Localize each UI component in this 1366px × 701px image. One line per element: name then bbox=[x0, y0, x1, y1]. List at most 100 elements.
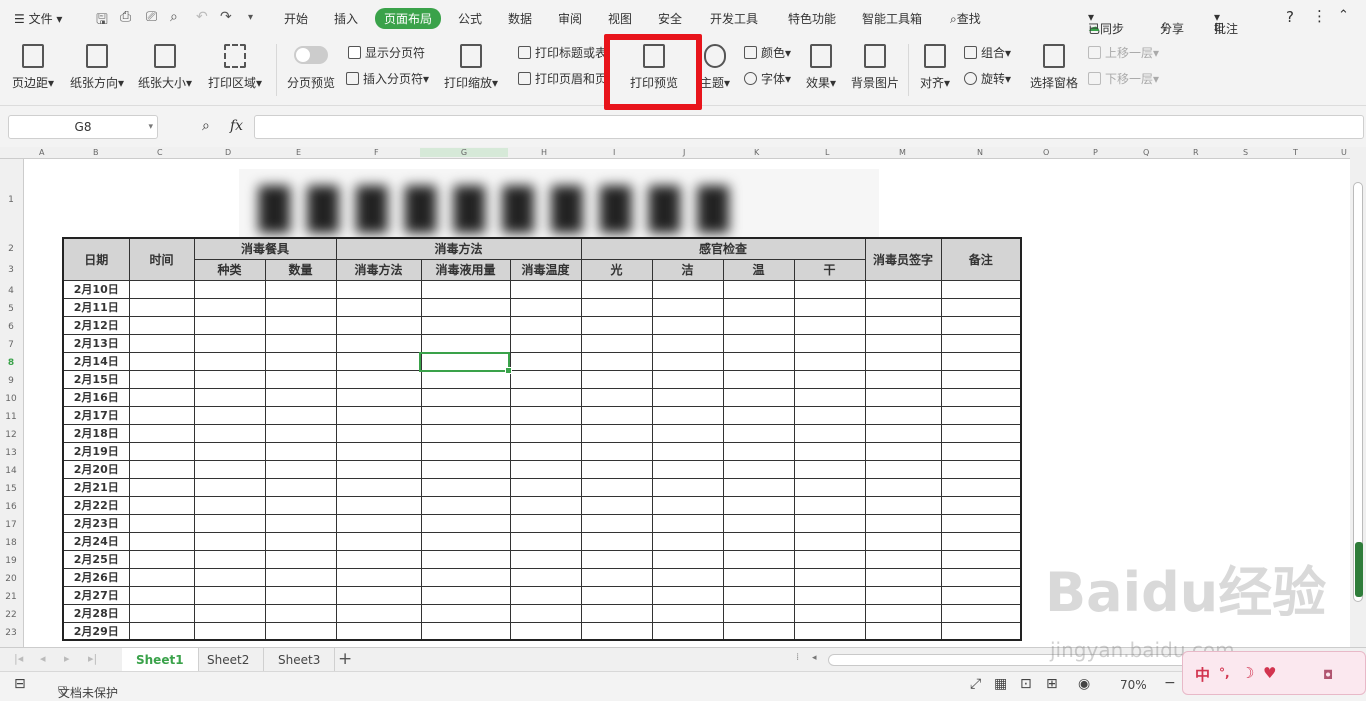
subheader[interactable]: 光 bbox=[580, 258, 653, 281]
macro-icon[interactable]: ⊟ bbox=[14, 676, 26, 692]
collapse-icon[interactable]: ⌃ bbox=[1338, 8, 1349, 23]
empty-cell[interactable] bbox=[864, 585, 942, 605]
date-cell[interactable]: 2月17日 bbox=[62, 405, 130, 425]
date-cell[interactable]: 2月20日 bbox=[62, 459, 130, 479]
empty-cell[interactable] bbox=[509, 549, 582, 569]
empty-cell[interactable] bbox=[864, 279, 942, 299]
subheader[interactable]: 种类 bbox=[193, 258, 266, 281]
empty-cell[interactable] bbox=[722, 603, 795, 623]
date-cell[interactable]: 2月22日 bbox=[62, 495, 130, 515]
search-button[interactable]: ⌕查找 bbox=[950, 10, 981, 27]
empty-cell[interactable] bbox=[864, 315, 942, 335]
empty-cell[interactable] bbox=[793, 315, 866, 335]
empty-cell[interactable] bbox=[335, 369, 422, 389]
tab-data[interactable]: 数据 bbox=[508, 10, 532, 27]
empty-cell[interactable] bbox=[420, 513, 511, 533]
date-cell[interactable]: 2月25日 bbox=[62, 549, 130, 569]
row-header[interactable]: 16 bbox=[0, 502, 22, 512]
empty-cell[interactable] bbox=[509, 585, 582, 605]
empty-cell[interactable] bbox=[420, 549, 511, 569]
date-cell[interactable]: 2月24日 bbox=[62, 531, 130, 551]
empty-cell[interactable] bbox=[509, 441, 582, 461]
empty-cell[interactable] bbox=[420, 585, 511, 605]
empty-cell[interactable] bbox=[509, 477, 582, 497]
empty-cell[interactable] bbox=[509, 369, 582, 389]
empty-cell[interactable] bbox=[864, 423, 942, 443]
empty-cell[interactable] bbox=[420, 441, 511, 461]
empty-cell[interactable] bbox=[651, 351, 724, 371]
row-header[interactable]: 20 bbox=[0, 574, 22, 584]
sheet-tab-3[interactable]: Sheet3 bbox=[264, 648, 336, 672]
empty-cell[interactable] bbox=[128, 459, 195, 479]
empty-cell[interactable] bbox=[580, 459, 653, 479]
empty-cell[interactable] bbox=[335, 459, 422, 479]
empty-cell[interactable] bbox=[128, 477, 195, 497]
column-header[interactable]: T bbox=[1293, 148, 1298, 157]
empty-cell[interactable] bbox=[793, 387, 866, 407]
empty-cell[interactable] bbox=[335, 441, 422, 461]
tab-formula[interactable]: 公式 bbox=[458, 10, 482, 27]
empty-cell[interactable] bbox=[420, 279, 511, 299]
empty-cell[interactable] bbox=[722, 333, 795, 353]
empty-cell[interactable] bbox=[264, 405, 337, 425]
empty-cell[interactable] bbox=[128, 423, 195, 443]
empty-cell[interactable] bbox=[651, 621, 724, 641]
row-header[interactable]: 19 bbox=[0, 556, 22, 566]
empty-cell[interactable] bbox=[193, 603, 266, 623]
column-header[interactable]: E bbox=[296, 148, 301, 157]
empty-cell[interactable] bbox=[864, 333, 942, 353]
empty-cell[interactable] bbox=[940, 297, 1022, 317]
empty-cell[interactable] bbox=[864, 441, 942, 461]
empty-cell[interactable] bbox=[335, 279, 422, 299]
empty-cell[interactable] bbox=[420, 297, 511, 317]
column-header[interactable]: K bbox=[754, 148, 759, 157]
file-menu[interactable]: ☰ 文件 ▾ bbox=[14, 10, 62, 27]
date-cell[interactable]: 2月16日 bbox=[62, 387, 130, 407]
empty-cell[interactable] bbox=[509, 621, 582, 641]
empty-cell[interactable] bbox=[509, 567, 582, 587]
empty-cell[interactable] bbox=[940, 621, 1022, 641]
empty-cell[interactable] bbox=[193, 387, 266, 407]
empty-cell[interactable] bbox=[793, 333, 866, 353]
empty-cell[interactable] bbox=[722, 567, 795, 587]
empty-cell[interactable] bbox=[793, 531, 866, 551]
redo-icon[interactable]: ↷ bbox=[220, 9, 232, 25]
background-image-button[interactable]: 背景图片 bbox=[851, 44, 899, 91]
empty-cell[interactable] bbox=[509, 495, 582, 515]
subheader[interactable]: 温 bbox=[722, 258, 795, 281]
empty-cell[interactable] bbox=[793, 603, 866, 623]
empty-cell[interactable] bbox=[128, 369, 195, 389]
header-time[interactable]: 时间 bbox=[128, 237, 195, 281]
fonts-button[interactable]: 字体▾ bbox=[744, 70, 791, 87]
empty-cell[interactable] bbox=[651, 423, 724, 443]
empty-cell[interactable] bbox=[420, 423, 511, 443]
subheader[interactable]: 消毒方法 bbox=[335, 258, 422, 281]
empty-cell[interactable] bbox=[420, 567, 511, 587]
date-cell[interactable]: 2月13日 bbox=[62, 333, 130, 353]
empty-cell[interactable] bbox=[722, 531, 795, 551]
empty-cell[interactable] bbox=[940, 351, 1022, 371]
row-header[interactable]: 10 bbox=[0, 394, 22, 404]
date-cell[interactable]: 2月11日 bbox=[62, 297, 130, 317]
empty-cell[interactable] bbox=[940, 387, 1022, 407]
row-header[interactable]: 5 bbox=[0, 304, 22, 314]
empty-cell[interactable] bbox=[940, 549, 1022, 569]
column-header[interactable]: J bbox=[683, 148, 685, 157]
empty-cell[interactable] bbox=[580, 297, 653, 317]
empty-cell[interactable] bbox=[864, 369, 942, 389]
row-header[interactable]: 13 bbox=[0, 448, 22, 458]
page-break-view-icon[interactable]: ⊞ bbox=[1046, 676, 1058, 692]
empty-cell[interactable] bbox=[264, 621, 337, 641]
empty-cell[interactable] bbox=[128, 405, 195, 425]
empty-cell[interactable] bbox=[940, 405, 1022, 425]
empty-cell[interactable] bbox=[420, 315, 511, 335]
empty-cell[interactable] bbox=[193, 333, 266, 353]
empty-cell[interactable] bbox=[651, 567, 724, 587]
column-header[interactable]: N bbox=[977, 148, 983, 157]
header-signer[interactable]: 消毒员签字 bbox=[864, 237, 942, 281]
empty-cell[interactable] bbox=[580, 567, 653, 587]
help-icon[interactable]: ? bbox=[1286, 8, 1294, 26]
empty-cell[interactable] bbox=[509, 279, 582, 299]
empty-cell[interactable] bbox=[651, 369, 724, 389]
empty-cell[interactable] bbox=[580, 423, 653, 443]
